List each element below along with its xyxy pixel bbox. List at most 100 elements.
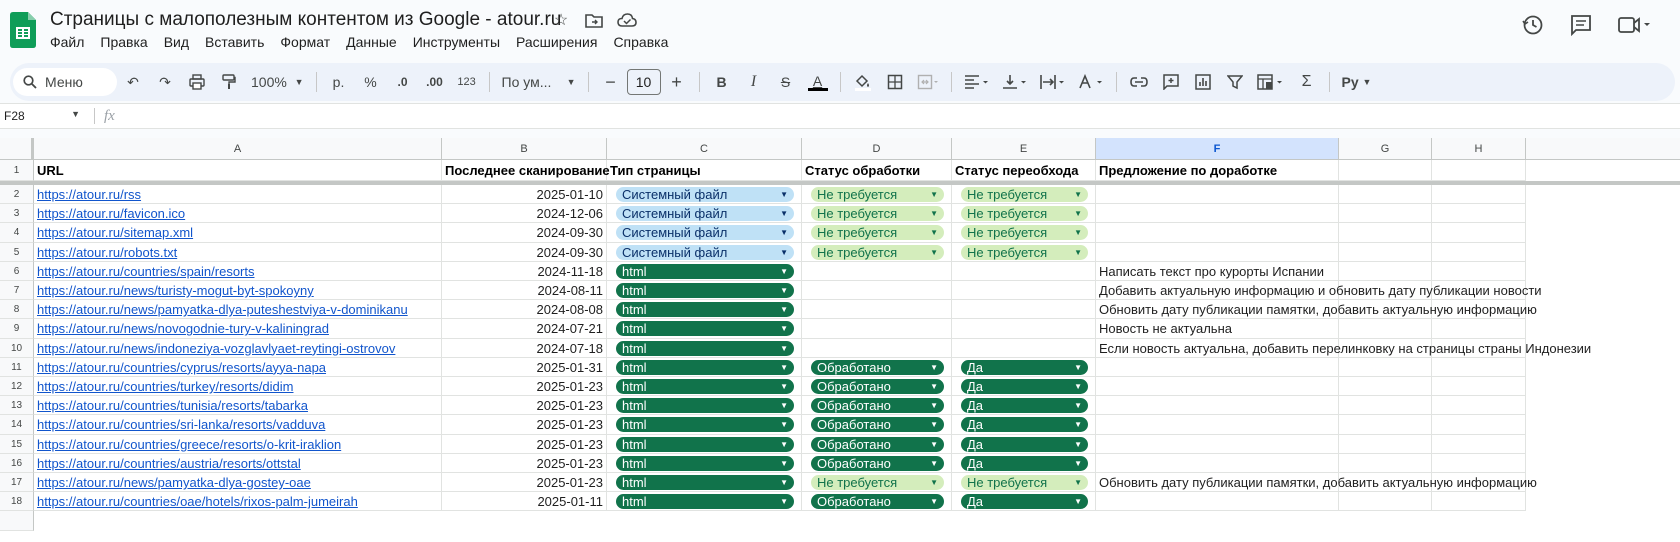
- vertical-align-icon[interactable]: [998, 68, 1032, 96]
- row-header[interactable]: 8: [0, 300, 34, 320]
- cell[interactable]: [1339, 434, 1432, 454]
- header-cell-url[interactable]: URL: [34, 160, 442, 181]
- cell[interactable]: [1339, 357, 1432, 377]
- page-type-dropdown[interactable]: html ▼: [616, 379, 794, 394]
- header-cell-last-scan[interactable]: Последнее сканирование: [442, 160, 610, 181]
- column-header-d[interactable]: D: [802, 138, 952, 160]
- proposal-cell[interactable]: [1096, 453, 1339, 473]
- proposal-cell[interactable]: Обновить дату публикации памятки, добави…: [1096, 300, 1537, 320]
- functions-button[interactable]: Σ: [1293, 68, 1321, 96]
- page-type-dropdown[interactable]: html ▼: [616, 475, 794, 490]
- scan-date-cell[interactable]: 2025-01-23: [442, 434, 607, 454]
- insert-link-icon[interactable]: [1125, 68, 1153, 96]
- column-header-f[interactable]: F: [1096, 138, 1339, 160]
- menu-edit[interactable]: Правка: [100, 34, 155, 50]
- filter-views-icon[interactable]: [1253, 68, 1289, 96]
- proposal-cell[interactable]: [1096, 357, 1339, 377]
- cell[interactable]: [1339, 223, 1432, 243]
- paint-format-icon[interactable]: [215, 68, 243, 96]
- process-status-dropdown[interactable]: Обработано ▼: [811, 398, 944, 414]
- scan-date-cell[interactable]: 2024-07-18: [442, 338, 607, 358]
- cell[interactable]: [1432, 319, 1526, 339]
- recrawl-status-dropdown[interactable]: Не требуется ▼: [961, 206, 1088, 222]
- row-header[interactable]: 6: [0, 261, 34, 281]
- url-link[interactable]: https://atour.ru/favicon.ico: [34, 204, 442, 224]
- cell[interactable]: [802, 319, 952, 339]
- font-size-input[interactable]: 10: [626, 69, 661, 95]
- cell[interactable]: [1432, 377, 1526, 397]
- input-tools-button[interactable]: Ру ▼: [1338, 68, 1376, 96]
- url-link[interactable]: https://atour.ru/rss: [34, 185, 442, 205]
- menu-file[interactable]: Файл: [50, 34, 92, 50]
- process-status-dropdown[interactable]: Обработано ▼: [811, 494, 944, 510]
- url-link[interactable]: https://atour.ru/sitemap.xml: [34, 223, 442, 243]
- cell[interactable]: [1432, 396, 1526, 416]
- page-type-dropdown[interactable]: html ▼: [616, 494, 794, 510]
- undo-icon[interactable]: ↶: [119, 68, 147, 96]
- font-select[interactable]: По ум... ▼: [498, 68, 580, 96]
- scan-date-cell[interactable]: 2024-09-30: [442, 242, 607, 262]
- empty-cell[interactable]: [1339, 160, 1432, 181]
- column-header-b[interactable]: B: [442, 138, 607, 160]
- cell[interactable]: [1432, 242, 1526, 262]
- redo-icon[interactable]: ↷: [151, 68, 179, 96]
- menu-help[interactable]: Справка: [613, 34, 676, 50]
- row-header[interactable]: 13: [0, 396, 34, 416]
- menu-search-button[interactable]: Меню: [13, 68, 117, 96]
- spreadsheet-grid[interactable]: A B C D E F G H 1 URL Последнее сканирование Тип ст…: [0, 138, 1680, 542]
- cell[interactable]: [1432, 223, 1526, 243]
- cell[interactable]: [1339, 396, 1432, 416]
- url-link[interactable]: https://atour.ru/countries/oae/hotels/ri…: [34, 492, 442, 512]
- header-cell-page-type[interactable]: Тип страницы: [607, 160, 802, 181]
- row-header[interactable]: 18: [0, 492, 34, 512]
- percent-format-button[interactable]: %: [357, 68, 385, 96]
- star-icon[interactable]: ☆: [551, 10, 571, 30]
- recrawl-status-dropdown[interactable]: Да ▼: [961, 359, 1088, 375]
- url-link[interactable]: https://atour.ru/countries/greece/resort…: [34, 434, 442, 454]
- page-type-dropdown[interactable]: html ▼: [616, 417, 794, 433]
- url-link[interactable]: https://atour.ru/countries/tunisia/resor…: [34, 396, 442, 416]
- url-link[interactable]: https://atour.ru/robots.txt: [34, 242, 442, 262]
- page-type-dropdown[interactable]: html ▼: [616, 398, 794, 414]
- row-header[interactable]: [0, 511, 34, 531]
- cell[interactable]: [952, 261, 1096, 281]
- cell[interactable]: [952, 300, 1096, 320]
- scan-date-cell[interactable]: 2025-01-10: [442, 185, 607, 205]
- page-type-dropdown[interactable]: html ▼: [616, 302, 794, 318]
- font-size-increase-icon[interactable]: +: [663, 68, 691, 96]
- insert-comment-icon[interactable]: [1157, 68, 1185, 96]
- text-color-button[interactable]: A: [804, 68, 832, 96]
- horizontal-align-icon[interactable]: [960, 68, 994, 96]
- column-header-c[interactable]: C: [607, 138, 802, 160]
- process-status-dropdown[interactable]: Не требуется ▼: [811, 225, 944, 241]
- proposal-cell[interactable]: [1096, 415, 1339, 435]
- text-rotation-icon[interactable]: [1074, 68, 1108, 96]
- menu-view[interactable]: Вид: [164, 34, 197, 50]
- cell[interactable]: [952, 281, 1096, 301]
- url-link[interactable]: https://atour.ru/news/pamyatka-dlya-gost…: [34, 473, 442, 493]
- recrawl-status-dropdown[interactable]: Не требуется ▼: [961, 225, 1088, 241]
- cell[interactable]: [802, 300, 952, 320]
- proposal-cell[interactable]: [1096, 434, 1339, 454]
- increase-decimal-button[interactable]: .00: [421, 68, 449, 96]
- scan-date-cell[interactable]: 2024-08-08: [442, 300, 607, 320]
- text-wrap-icon[interactable]: [1036, 68, 1070, 96]
- cell[interactable]: [1432, 261, 1526, 281]
- name-box[interactable]: F28 ▼: [4, 109, 84, 123]
- menu-extensions[interactable]: Расширения: [516, 34, 605, 50]
- page-type-dropdown[interactable]: Системный файл ▼: [616, 187, 794, 202]
- cell[interactable]: [1339, 242, 1432, 262]
- scan-date-cell[interactable]: 2024-11-18: [442, 261, 607, 281]
- process-status-dropdown[interactable]: Не требуется ▼: [811, 187, 944, 202]
- process-status-dropdown[interactable]: Не требуется ▼: [811, 206, 944, 222]
- scan-date-cell[interactable]: 2024-09-30: [442, 223, 607, 243]
- process-status-dropdown[interactable]: Не требуется ▼: [811, 244, 944, 260]
- cell[interactable]: [1432, 453, 1526, 473]
- proposal-cell[interactable]: [1096, 185, 1339, 205]
- recrawl-status-dropdown[interactable]: Да ▼: [961, 436, 1088, 452]
- cell[interactable]: [952, 319, 1096, 339]
- recrawl-status-dropdown[interactable]: Да ▼: [961, 494, 1088, 510]
- scan-date-cell[interactable]: 2025-01-11: [442, 492, 607, 512]
- page-type-dropdown[interactable]: html ▼: [616, 321, 794, 337]
- url-link[interactable]: https://atour.ru/countries/austria/resor…: [34, 453, 442, 473]
